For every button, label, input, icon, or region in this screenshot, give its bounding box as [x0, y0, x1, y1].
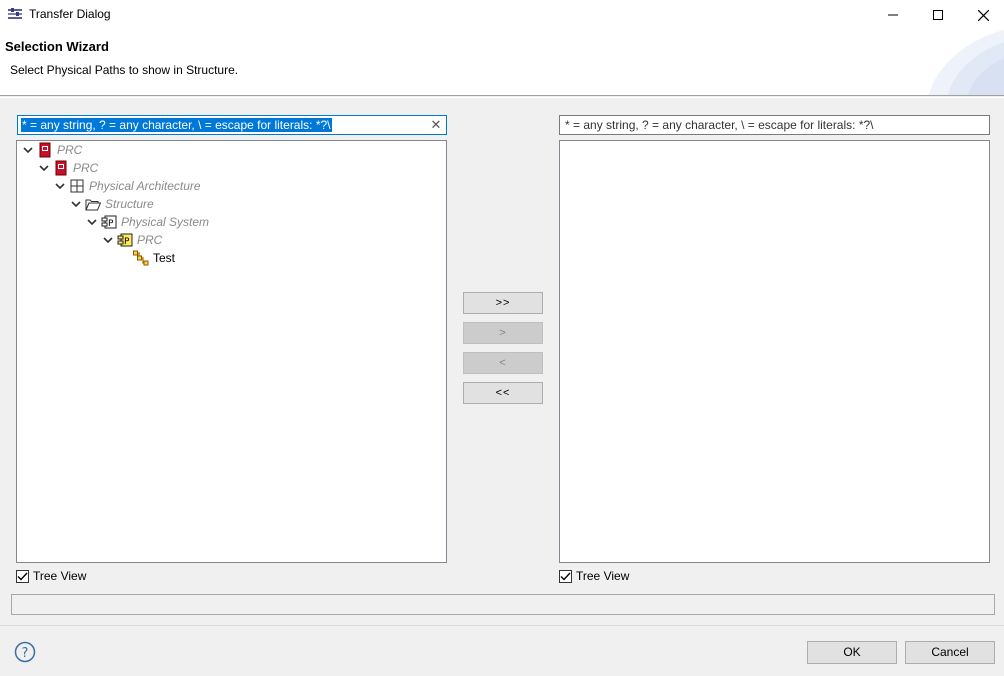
- maximize-icon: [933, 10, 943, 20]
- title-bar: Transfer Dialog: [0, 0, 1004, 30]
- minimize-button[interactable]: [870, 0, 916, 30]
- transfer-dialog-icon: [8, 8, 22, 19]
- chevron-down-icon[interactable]: [85, 213, 99, 231]
- open-folder-icon: [85, 196, 101, 212]
- remove-button[interactable]: <: [463, 352, 543, 374]
- tree-node-structure[interactable]: Structure: [69, 195, 154, 213]
- checkbox-checked[interactable]: [16, 569, 29, 583]
- checkmark-icon: [560, 572, 571, 581]
- chevron-down-icon[interactable]: [37, 159, 51, 177]
- window-title: Transfer Dialog: [29, 7, 111, 21]
- tree-node-prc-component[interactable]: P PRC: [101, 231, 162, 249]
- tree-node-label: Physical System: [121, 215, 210, 229]
- add-button[interactable]: >: [463, 322, 543, 344]
- checkbox-checked[interactable]: [559, 569, 572, 583]
- svg-text:P: P: [124, 237, 130, 247]
- yellow-physical-component-icon: P: [117, 232, 133, 248]
- available-paths-tree[interactable]: PRC PRC Physical Architecture Structure: [16, 140, 447, 563]
- tree-view-label: Tree View: [33, 569, 87, 583]
- chevron-down-icon[interactable]: [21, 141, 35, 159]
- chevron-down-icon[interactable]: [69, 195, 83, 213]
- tree-node-label: Physical Architecture: [89, 179, 201, 193]
- ok-button[interactable]: OK: [807, 641, 897, 664]
- tree-node-label: PRC: [57, 143, 83, 157]
- wizard-title: Selection Wizard: [5, 39, 109, 54]
- wizard-header: Selection Wizard Select Physical Paths t…: [0, 30, 1004, 95]
- tree-node-prc-root[interactable]: PRC: [21, 141, 82, 159]
- tree-node-test[interactable]: Test: [117, 249, 175, 267]
- tree-node-prc-project[interactable]: PRC: [37, 159, 98, 177]
- red-project-icon: [53, 160, 69, 176]
- status-field: [11, 594, 995, 615]
- wizard-description: Select Physical Paths to show in Structu…: [10, 63, 239, 77]
- wizard-banner-graphic: [929, 30, 1004, 95]
- svg-text:?: ?: [22, 646, 29, 661]
- tree-node-label: Test: [153, 251, 176, 265]
- left-tree-view-toggle[interactable]: Tree View: [16, 568, 86, 584]
- right-filter-input[interactable]: * = any string, ? = any character, \ = e…: [559, 115, 990, 135]
- footer-separator: [0, 625, 1004, 626]
- chevron-down-icon[interactable]: [101, 231, 115, 249]
- cancel-button[interactable]: Cancel: [905, 641, 995, 664]
- selected-paths-tree[interactable]: [559, 140, 990, 563]
- tree-node-physical-system[interactable]: P Physical System: [85, 213, 209, 231]
- left-filter-input[interactable]: * = any string, ? = any character, \ = e…: [17, 115, 447, 135]
- minimize-icon: [888, 14, 898, 16]
- checkmark-icon: [17, 572, 28, 581]
- chevron-down-icon[interactable]: [53, 177, 67, 195]
- maximize-button[interactable]: [915, 0, 961, 30]
- close-button[interactable]: [960, 0, 1004, 30]
- tree-node-physical-architecture[interactable]: Physical Architecture: [53, 177, 201, 195]
- tree-view-label: Tree View: [576, 569, 630, 583]
- close-icon: [977, 9, 989, 21]
- red-project-icon: [37, 142, 53, 158]
- right-filter-placeholder: * = any string, ? = any character, \ = e…: [565, 118, 874, 132]
- left-filter-text: * = any string, ? = any character, \ = e…: [21, 118, 332, 132]
- grid-architecture-icon: [69, 178, 85, 194]
- tree-node-label: PRC: [137, 233, 163, 247]
- physical-path-icon: [133, 250, 149, 266]
- add-all-button[interactable]: >>: [463, 292, 543, 314]
- right-tree-view-toggle[interactable]: Tree View: [559, 568, 629, 584]
- tree-node-label: Structure: [105, 197, 154, 211]
- tree-node-label: PRC: [73, 161, 99, 175]
- remove-all-button[interactable]: <<: [463, 382, 543, 404]
- svg-text:P: P: [108, 219, 114, 229]
- help-icon[interactable]: ?: [14, 641, 36, 663]
- physical-component-icon: P: [101, 214, 117, 230]
- header-separator: [0, 95, 1004, 98]
- clear-filter-icon[interactable]: ✕: [429, 117, 443, 133]
